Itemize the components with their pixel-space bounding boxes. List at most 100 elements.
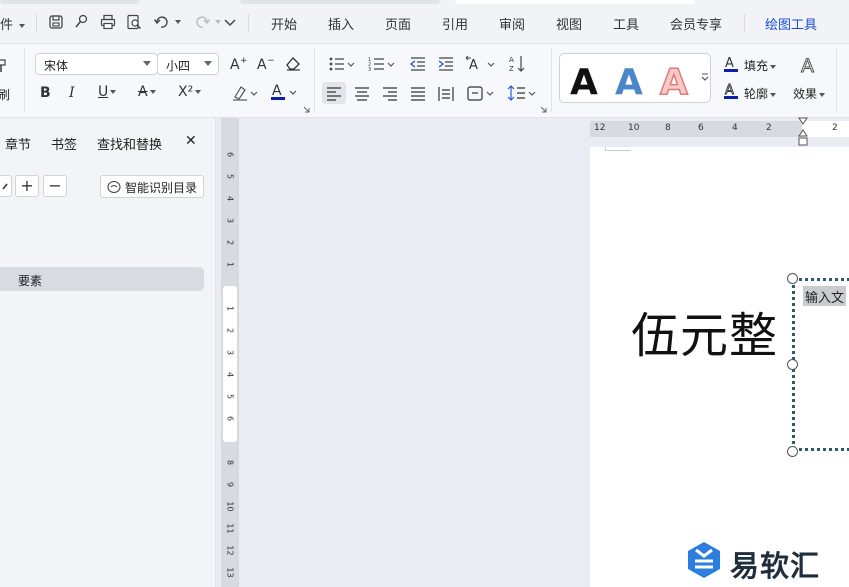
character-spacing-icon[interactable]: A [465, 55, 497, 73]
ruler-number: 8 [665, 123, 671, 133]
divider [248, 14, 249, 32]
bold-button[interactable]: B [40, 85, 51, 101]
outline-item-selected[interactable]: 要素 [0, 267, 204, 291]
text-effect-button[interactable]: 效果 [793, 85, 826, 102]
undo-dropdown[interactable] [173, 14, 181, 29]
ruler-number: 12 [594, 123, 606, 133]
ruler-number: 6 [225, 415, 235, 422]
text-outline-button[interactable]: 轮廓 [744, 85, 777, 102]
document-text[interactable]: 伍元整 [631, 296, 778, 366]
text-fill-icon[interactable]: A [723, 55, 741, 73]
tab-insert[interactable]: 插入 [328, 14, 354, 33]
ruler-number: 6 [698, 123, 704, 133]
divider [836, 48, 837, 112]
superscript-button[interactable]: X² [178, 84, 202, 100]
bullet-list-icon[interactable] [328, 56, 356, 72]
tab-strip-edge [0, 0, 140, 4]
numbered-list-icon[interactable]: 123 [368, 56, 396, 72]
ruler-number: 9 [225, 481, 235, 488]
tab-review[interactable]: 审阅 [499, 14, 525, 33]
print-icon[interactable] [99, 13, 117, 31]
decrease-font-icon[interactable]: A − [256, 55, 274, 71]
tab-strip-edge [240, 0, 440, 4]
text-box-content[interactable]: 输入文 [803, 286, 847, 306]
tab-drawing-tools[interactable]: 绘图工具 [765, 14, 817, 33]
font-color-icon[interactable]: A [270, 82, 300, 102]
redo-dropdown[interactable] [213, 14, 221, 29]
tab-tools[interactable]: 工具 [613, 14, 639, 33]
ruler-number: 4 [225, 371, 235, 378]
resize-handle[interactable] [787, 273, 798, 284]
tab-view[interactable]: 视图 [556, 14, 582, 33]
ruler-number: 2 [225, 239, 235, 246]
menu-bar: 件 开始 插入 页面 引用 审阅 视图 工具 会员专享 绘图工具 [0, 0, 849, 44]
ruler-number: 2 [766, 123, 772, 133]
text-direction-icon[interactable] [465, 82, 497, 104]
watermark-logo: 易软汇 [684, 540, 819, 583]
text-outline-icon[interactable]: A [723, 82, 741, 100]
ribbon: 刷 宋体 小四 A + A − B I U A X² A 123 A A Z A… [0, 44, 849, 118]
vertical-ruler[interactable]: 6 5 4 3 2 1 1 2 3 4 5 6 8 9 10 11 12 13 [221, 118, 239, 587]
tab-bookmarks[interactable]: 书签 [51, 134, 77, 153]
align-center-button[interactable] [352, 82, 372, 104]
distributed-align-button[interactable] [436, 82, 456, 104]
divider [551, 48, 552, 112]
collapse-button[interactable]: − [43, 175, 67, 197]
collapse-level-button[interactable] [0, 175, 12, 197]
line-spacing-icon[interactable] [507, 82, 539, 104]
align-left-button[interactable] [322, 82, 346, 104]
save-icon[interactable] [47, 13, 65, 31]
clear-format-icon[interactable] [284, 55, 302, 71]
increase-indent-icon[interactable] [437, 56, 455, 72]
ruler-number: 1 [225, 261, 235, 268]
increase-font-icon[interactable]: A + [229, 55, 247, 71]
chevron-down-icon[interactable] [221, 13, 239, 31]
font-name-select[interactable]: 宋体 [35, 53, 158, 75]
print-preview-icon[interactable] [125, 13, 143, 31]
sort-icon[interactable]: AZ [509, 54, 527, 74]
wordart-style-blue: A [615, 62, 643, 103]
underline-button[interactable]: U [98, 84, 117, 100]
tab-home[interactable]: 开始 [271, 14, 297, 33]
format-painter-icon[interactable] [0, 58, 8, 74]
svg-text:A: A [725, 83, 734, 98]
text-fill-button[interactable]: 填充 [744, 57, 777, 74]
tab-references[interactable]: 引用 [442, 14, 468, 33]
expand-button[interactable]: + [15, 175, 39, 197]
ruler-number: 6 [225, 151, 235, 158]
ruler-number: 1 [225, 305, 235, 312]
resize-handle[interactable] [787, 359, 798, 370]
tab-page[interactable]: 页面 [385, 14, 411, 33]
ruler-number: 5 [225, 173, 235, 180]
align-right-button[interactable] [380, 82, 400, 104]
tab-chapters[interactable]: 章节 [5, 134, 31, 153]
font-size-select[interactable]: 小四 [157, 53, 219, 75]
indent-marker-icon[interactable] [797, 116, 809, 148]
horizontal-ruler[interactable]: 12 10 8 6 4 2 2 [590, 121, 849, 137]
tab-member[interactable]: 会员专享 [670, 14, 722, 33]
paragraph-dialog-launcher-icon[interactable] [540, 106, 547, 113]
strikethrough-button[interactable]: A [138, 84, 156, 100]
smart-toc-icon [107, 180, 121, 194]
italic-button[interactable]: I [69, 85, 75, 101]
decrease-indent-icon[interactable] [409, 56, 427, 72]
wordart-style-gallery[interactable]: A A A [559, 53, 711, 104]
text-effect-icon[interactable]: A [798, 54, 822, 77]
svg-text:Z: Z [509, 65, 514, 73]
resize-handle[interactable] [787, 446, 798, 457]
close-icon[interactable]: ✕ [185, 133, 197, 149]
tab-find-replace[interactable]: 查找和替换 [97, 134, 162, 153]
ruler-number: 4 [732, 123, 738, 133]
justify-button[interactable] [408, 82, 428, 104]
ruler-number: 12 [225, 545, 235, 556]
redo-icon[interactable] [193, 13, 211, 31]
file-menu[interactable]: 件 [0, 14, 26, 33]
wordart-gallery-more-icon[interactable] [701, 72, 709, 82]
format-brush-icon[interactable] [73, 13, 91, 31]
smart-toc-button[interactable]: 智能识别目录 [100, 175, 204, 198]
highlight-icon[interactable] [231, 84, 259, 102]
divider [24, 48, 25, 112]
svg-text:A: A [272, 83, 282, 99]
undo-icon[interactable] [153, 13, 171, 31]
font-dialog-launcher-icon[interactable] [303, 106, 310, 113]
